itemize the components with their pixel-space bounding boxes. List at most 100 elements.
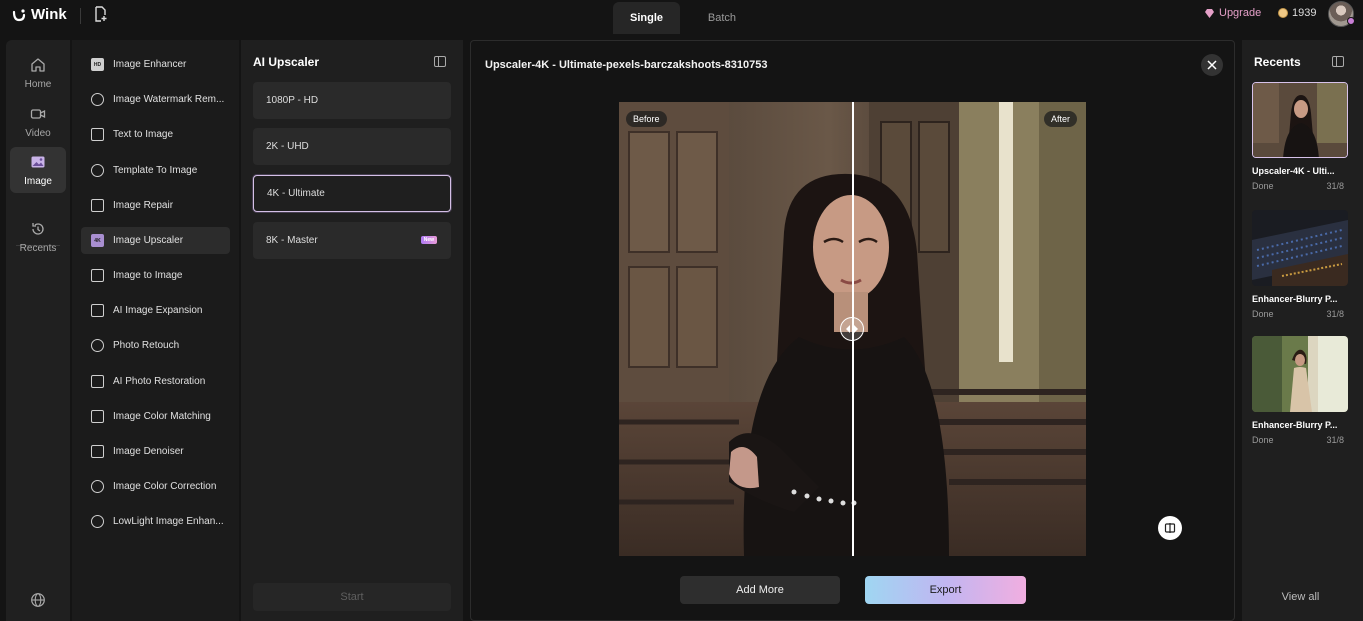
color-matching-icon	[91, 410, 104, 423]
nav-home[interactable]: Home	[10, 50, 66, 96]
recents-panel: Recents Upscaler-4K - Ulti... Done 31/8 E…	[1242, 40, 1363, 621]
tool-label: Image Color Correction	[113, 481, 217, 492]
repair-icon	[91, 199, 104, 212]
tool-text-to-image[interactable]: Text to Image	[81, 121, 230, 148]
close-icon	[1207, 60, 1217, 70]
tool-label: Image Repair	[113, 200, 174, 211]
image-to-image-icon	[91, 269, 104, 282]
option-8k-master[interactable]: 8K - Master New	[253, 222, 451, 259]
nav-image-label: Image	[24, 175, 52, 187]
credits-value: 1939	[1292, 7, 1317, 19]
recent-status: Done	[1252, 309, 1274, 319]
main-nav: Home Video Image Recents	[6, 40, 70, 621]
tool-label: Image Watermark Rem...	[113, 94, 225, 105]
upscaler-options-panel: AI Upscaler 1080P - HD 2K - UHD 4K - Ult…	[241, 40, 463, 621]
recent-date: 31/8	[1326, 309, 1344, 319]
nav-image[interactable]: Image	[10, 147, 66, 193]
tool-ai-image-expansion[interactable]: AI Image Expansion	[81, 297, 230, 324]
recent-status: Done	[1252, 181, 1274, 191]
tool-image-enhancer[interactable]: HD Image Enhancer	[81, 51, 230, 78]
file-title: Upscaler-4K - Ultimate-pexels-barczaksho…	[485, 59, 768, 71]
mode-tabs: Single Batch	[613, 2, 764, 34]
option-1080p-hd[interactable]: 1080P - HD	[253, 82, 451, 119]
option-label: 2K - UHD	[266, 141, 309, 152]
export-button[interactable]: Export	[865, 576, 1026, 604]
tool-image-repair[interactable]: Image Repair	[81, 192, 230, 219]
recent-date: 31/8	[1326, 435, 1344, 445]
tool-image-denoiser[interactable]: Image Denoiser	[81, 438, 230, 465]
comparison-image[interactable]: Before After	[619, 102, 1086, 556]
recent-date: 31/8	[1326, 181, 1344, 191]
compare-icon	[1164, 523, 1176, 533]
tool-template-to-image[interactable]: Template To Image	[81, 157, 230, 184]
app-name: Wink	[31, 6, 67, 23]
compare-toggle-button[interactable]	[1158, 516, 1182, 540]
home-icon	[31, 57, 45, 72]
globe-icon[interactable]	[30, 592, 46, 608]
recent-meta: Done 31/8	[1252, 181, 1344, 191]
moon-icon	[91, 515, 104, 528]
wink-logo-icon	[12, 8, 26, 21]
tool-image-color-correction[interactable]: Image Color Correction	[81, 473, 230, 500]
new-badge: New	[420, 236, 437, 244]
tool-label: Image Denoiser	[113, 446, 184, 457]
after-label: After	[1043, 111, 1077, 127]
retouch-icon	[91, 339, 104, 352]
tool-image-upscaler[interactable]: 4K Image Upscaler	[81, 227, 230, 254]
avatar-status-dot	[1347, 17, 1355, 25]
new-file-icon[interactable]	[94, 6, 108, 22]
tab-batch[interactable]: Batch	[680, 2, 764, 34]
tool-label: AI Image Expansion	[113, 305, 203, 316]
start-button[interactable]: Start	[253, 583, 451, 611]
tool-image-to-image[interactable]: Image to Image	[81, 262, 230, 289]
history-icon	[32, 222, 44, 235]
video-icon	[30, 108, 46, 119]
tool-label: Text to Image	[113, 129, 174, 140]
restoration-icon	[91, 375, 104, 388]
tool-watermark-remover[interactable]: Image Watermark Rem...	[81, 86, 230, 113]
app-logo[interactable]: Wink	[12, 6, 67, 23]
eraser-icon	[91, 93, 104, 106]
4k-icon: 4K	[91, 234, 104, 247]
tool-lowlight-enhancer[interactable]: LowLight Image Enhan...	[81, 508, 230, 535]
recent-item[interactable]: Upscaler-4K - Ulti... Done 31/8	[1252, 82, 1348, 191]
recent-name: Enhancer-Blurry P...	[1252, 420, 1338, 430]
option-2k-uhd[interactable]: 2K - UHD	[253, 128, 451, 165]
option-label: 4K - Ultimate	[267, 188, 325, 199]
add-more-button[interactable]: Add More	[680, 576, 840, 604]
recent-status: Done	[1252, 435, 1274, 445]
upgrade-link[interactable]: Upgrade	[1204, 7, 1261, 19]
collapse-recents-icon[interactable]	[1332, 56, 1344, 67]
recent-item[interactable]: Enhancer-Blurry P... Done 31/8	[1252, 336, 1348, 445]
denoise-icon	[91, 445, 104, 458]
drag-arrows-icon	[846, 325, 858, 333]
tool-ai-photo-restoration[interactable]: AI Photo Restoration	[81, 368, 230, 395]
recents-title: Recents	[1254, 55, 1301, 69]
recent-item[interactable]: Enhancer-Blurry P... Done 31/8	[1252, 210, 1348, 319]
credits-counter[interactable]: 1939	[1278, 7, 1316, 19]
preview-stage: Upscaler-4K - Ultimate-pexels-barczaksho…	[470, 40, 1235, 621]
tool-label: Template To Image	[113, 165, 198, 176]
compare-slider-handle[interactable]	[840, 317, 864, 341]
text-image-icon	[91, 128, 104, 141]
tool-label: Image to Image	[113, 270, 183, 281]
close-button[interactable]	[1201, 54, 1223, 76]
recent-thumbnail	[1252, 210, 1348, 286]
tool-image-color-matching[interactable]: Image Color Matching	[81, 403, 230, 430]
option-label: 1080P - HD	[266, 95, 319, 106]
color-correction-icon	[91, 480, 104, 493]
tool-list: HD Image Enhancer Image Watermark Rem... …	[72, 40, 239, 621]
collapse-panel-icon[interactable]	[434, 56, 446, 67]
view-all-link[interactable]: View all	[1242, 591, 1359, 603]
tab-single[interactable]: Single	[613, 2, 680, 34]
top-bar: Wink Single Batch Upgrade 1939	[0, 0, 1363, 34]
tool-photo-retouch[interactable]: Photo Retouch	[81, 332, 230, 359]
tool-label: Image Color Matching	[113, 411, 211, 422]
nav-recents[interactable]: Recents	[10, 214, 66, 260]
option-4k-ultimate[interactable]: 4K - Ultimate	[253, 175, 451, 212]
recent-meta: Done 31/8	[1252, 309, 1344, 319]
coin-icon	[1278, 8, 1288, 18]
nav-video[interactable]: Video	[10, 99, 66, 145]
template-icon	[91, 164, 104, 177]
tool-label: Photo Retouch	[113, 340, 180, 351]
